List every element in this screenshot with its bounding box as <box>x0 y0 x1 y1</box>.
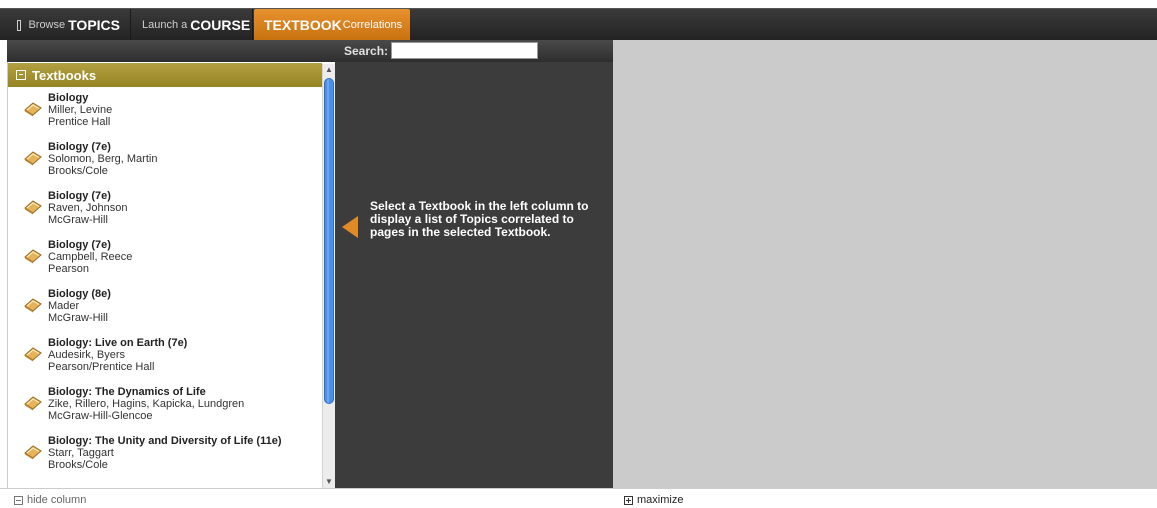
minus-icon <box>14 495 23 505</box>
textbook-item[interactable]: Biology: The Dynamics of Life Zike, Rille… <box>8 382 322 431</box>
tab-launch-course[interactable]: Launch a COURSE <box>132 9 253 41</box>
book-icon <box>23 297 43 313</box>
maximize-button[interactable]: maximize <box>624 494 683 506</box>
content-panel <box>613 40 1157 488</box>
tab-launch-small-label: Launch a <box>142 19 188 31</box>
book-icon <box>23 248 43 264</box>
scrollbar[interactable]: ▲ ▼ <box>322 64 335 488</box>
scroll-down-arrow-icon[interactable]: ▼ <box>323 476 335 488</box>
textbooks-column: Textbooks Biology Miller, Levine Prentice … <box>7 62 335 488</box>
tab-browse-small-label: Browse <box>28 19 66 31</box>
textbook-publisher: Brooks/Cole <box>48 459 108 471</box>
book-icon <box>23 150 43 166</box>
app-window: Browse TOPICS Launch a COURSE TEXTBOOK C… <box>0 0 1157 508</box>
book-icon <box>23 346 43 362</box>
textbook-publisher: Brooks/Cole <box>48 165 108 177</box>
textbook-publisher: McGraw-Hill <box>48 214 108 226</box>
textbook-authors: Starr, Taggart <box>48 447 114 459</box>
book-icon <box>23 444 43 460</box>
textbook-authors: Audesirk, Byers <box>48 349 126 361</box>
textbook-item[interactable]: Biology (7e) Raven, Johnson McGraw-Hill <box>8 186 322 235</box>
textbooks-header-title: Textbooks <box>32 67 97 83</box>
search-input[interactable] <box>391 42 538 59</box>
textbook-title: Biology (8e) <box>48 288 111 300</box>
tab-browse-topics[interactable]: Browse TOPICS <box>7 9 131 41</box>
textbook-item[interactable]: Biology: The Unity and Diversity of Life… <box>8 431 322 480</box>
tab-browse-big-label: TOPICS <box>68 17 120 33</box>
textbook-authors: Campbell, Reece <box>48 251 133 263</box>
bottom-strip: hide column maximize <box>0 488 1157 508</box>
collapse-icon[interactable] <box>16 70 26 80</box>
textbook-title: Biology: The Dynamics of Life <box>48 386 206 398</box>
tab-textbook-big-label: TEXTBOOK <box>264 17 342 33</box>
textbook-authors: Solomon, Berg, Martin <box>48 153 158 165</box>
textbook-item[interactable]: Biology (7e) Solomon, Berg, Martin Brooks/… <box>8 137 322 186</box>
textbook-authors: Mader <box>48 300 80 312</box>
textbook-publisher: Pearson <box>48 263 89 275</box>
search-strip: Search: <box>7 40 613 62</box>
instruction-panel: Select a Textbook in the left column to … <box>335 62 613 488</box>
textbooks-header[interactable]: Textbooks <box>8 63 322 87</box>
collapse-icon <box>17 19 22 31</box>
top-nav-bar: Browse TOPICS Launch a COURSE TEXTBOOK C… <box>0 8 1157 41</box>
scroll-thumb[interactable] <box>324 78 334 404</box>
book-icon <box>23 395 43 411</box>
textbook-title: Biology (7e) <box>48 190 111 202</box>
maximize-label: maximize <box>637 494 684 506</box>
arrow-left-icon <box>342 216 358 238</box>
textbook-authors: Miller, Levine <box>48 104 113 116</box>
book-icon <box>23 199 43 215</box>
textbook-item[interactable]: Biology (7e) Campbell, Reece Pearson <box>8 235 322 284</box>
textbook-publisher: McGraw-Hill <box>48 312 108 324</box>
textbook-publisher: Pearson/Prentice Hall <box>48 361 155 373</box>
textbook-authors: Raven, Johnson <box>48 202 128 214</box>
textbook-authors: Zike, Rillero, Hagins, Kapicka, Lundgren <box>48 398 245 410</box>
textbook-title: Biology (7e) <box>48 141 111 153</box>
textbook-item[interactable]: Biology Miller, Levine Prentice Hall <box>8 88 322 137</box>
textbook-title: Biology: The Unity and Diversity of Life… <box>48 435 282 447</box>
tab-textbook-small-label: Correlations <box>342 19 403 31</box>
hide-column-label: hide column <box>27 494 87 506</box>
textbook-title: Biology: Live on Earth (7e) <box>48 337 188 349</box>
textbook-list: Biology Miller, Levine Prentice Hall Biolog… <box>8 88 322 488</box>
hide-column-button[interactable]: hide column <box>14 494 86 506</box>
textbook-publisher: Prentice Hall <box>48 116 111 128</box>
scroll-up-arrow-icon[interactable]: ▲ <box>323 64 335 76</box>
textbook-title: Biology <box>48 92 89 104</box>
search-label: Search: <box>344 44 389 58</box>
tab-textbook-correlations[interactable]: TEXTBOOK Correlations <box>254 9 410 41</box>
tab-launch-big-label: COURSE <box>190 17 251 33</box>
textbook-publisher: McGraw-Hill-Glencoe <box>48 410 153 422</box>
instruction-message: Select a Textbook in the left column to … <box>370 199 589 239</box>
textbook-item[interactable]: Biology (8e) Mader McGraw-Hill <box>8 284 322 333</box>
textbook-item[interactable]: Biology: Live on Earth (7e) Audesirk, Bye… <box>8 333 322 382</box>
textbook-title: Biology (7e) <box>48 239 111 251</box>
book-icon <box>23 101 43 117</box>
plus-icon <box>624 495 633 505</box>
